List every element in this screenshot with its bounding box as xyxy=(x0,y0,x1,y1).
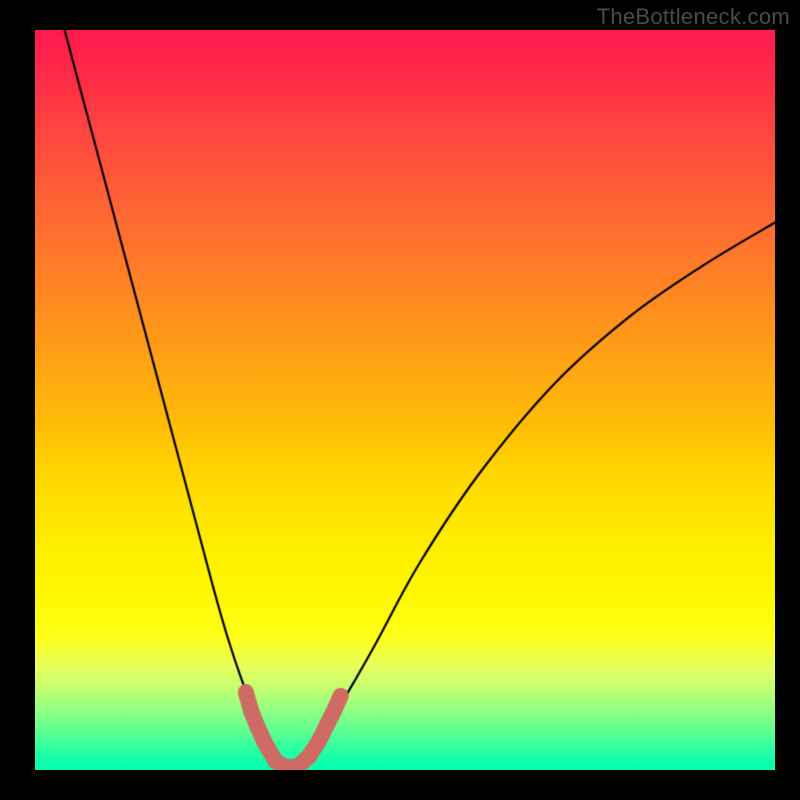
plot-area xyxy=(35,30,775,770)
watermark-text: TheBottleneck.com xyxy=(597,4,790,30)
marker-canvas xyxy=(35,30,775,770)
